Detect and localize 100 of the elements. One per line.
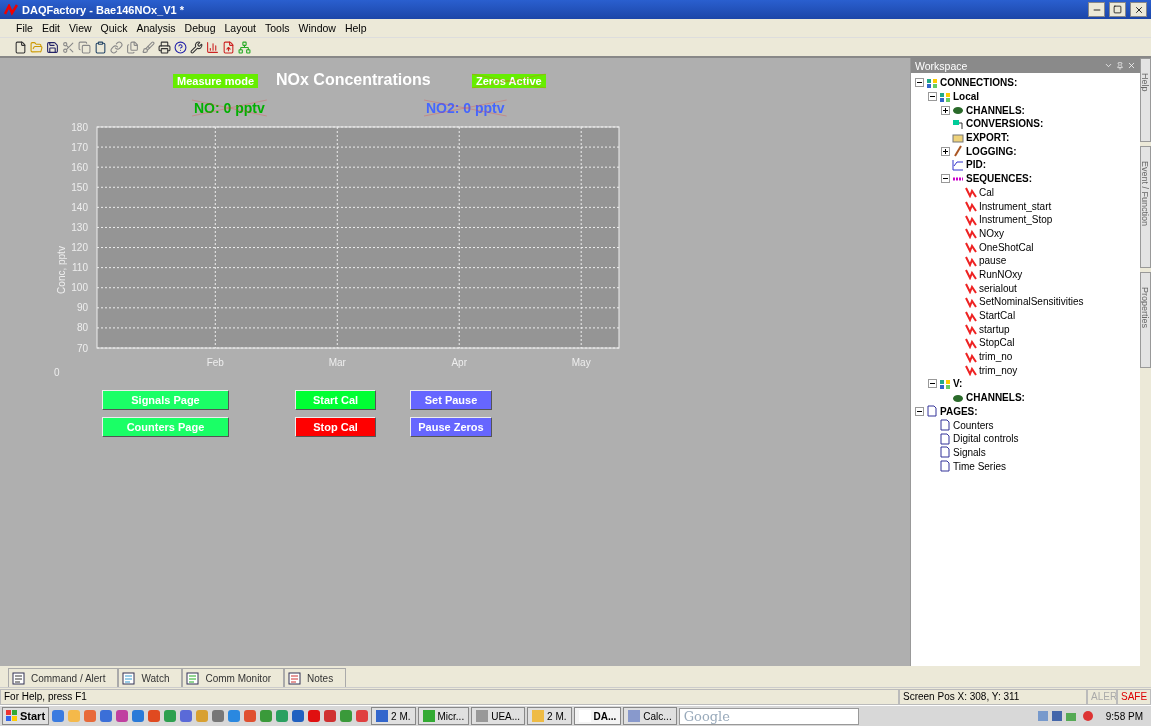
tree-item[interactable]: pause [979, 255, 1007, 267]
tree-item[interactable]: StartCal [979, 310, 1016, 322]
sequence-icon [965, 227, 977, 240]
sequence-icon [965, 186, 977, 199]
search-field[interactable]: Google [678, 707, 859, 725]
app-icon[interactable] [291, 709, 306, 723]
expand-toggle[interactable] [942, 106, 949, 114]
network-icon[interactable] [238, 40, 251, 54]
upload-file-icon[interactable] [222, 40, 235, 54]
taskbar-window[interactable]: UEA... [471, 707, 526, 725]
app-icon[interactable] [99, 709, 114, 723]
bottom-tab[interactable]: Comm Monitor [182, 668, 285, 687]
page-title: NOx Concentrations [276, 71, 431, 88]
tree-item[interactable]: OneShotCal [979, 241, 1034, 253]
tree-item[interactable]: CHANNELS: [966, 392, 1025, 404]
paste-icon[interactable] [94, 40, 107, 54]
app-icon[interactable] [227, 709, 242, 723]
bottom-tab[interactable]: Watch [118, 668, 183, 687]
app-icon[interactable] [131, 709, 146, 723]
tree-item[interactable]: RunNOxy [979, 268, 1023, 280]
expand-toggle[interactable] [942, 147, 949, 155]
alert-indicator: ALER [1087, 688, 1117, 705]
dropdown-icon[interactable] [1104, 61, 1113, 70]
menu-item[interactable]: Help [344, 22, 367, 34]
new-file-icon[interactable] [14, 40, 27, 54]
menu-item[interactable]: Edit [41, 22, 60, 34]
conversions-icon [952, 117, 964, 130]
tree-item[interactable]: LOGGING: [966, 145, 1017, 157]
taskbar-window[interactable]: 2 M. [371, 707, 416, 725]
restore-icon[interactable] [1113, 5, 1122, 14]
tree-item[interactable]: NOxy [979, 227, 1004, 239]
print-icon[interactable] [158, 40, 171, 54]
tree-item[interactable]: CHANNELS: [966, 104, 1025, 116]
menu-item[interactable]: Analysis [136, 22, 176, 34]
menu-item[interactable]: Window [298, 22, 336, 34]
tree-item[interactable]: Counters [953, 419, 994, 431]
app-icon[interactable] [339, 709, 354, 723]
sequence-icon [965, 323, 977, 336]
tree-item[interactable]: Signals [953, 446, 986, 458]
tree-item[interactable]: Time Series [953, 460, 1006, 472]
tree-item[interactable]: startup [979, 323, 1010, 335]
tree-item[interactable]: CONVERSIONS: [966, 118, 1044, 130]
menu-item[interactable]: Quick [100, 22, 128, 34]
tree-item[interactable]: serialout [979, 282, 1017, 294]
menu-item[interactable]: Tools [265, 22, 290, 34]
tree-item[interactable]: PID: [966, 159, 986, 171]
app-icon[interactable] [83, 709, 98, 723]
app-icon[interactable] [163, 709, 178, 723]
page-button[interactable]: Set Pause [410, 390, 492, 410]
bar-chart-icon[interactable] [206, 40, 219, 54]
tree-item[interactable]: trim_no [979, 351, 1013, 363]
pin-icon[interactable] [1116, 61, 1124, 70]
tree-item[interactable]: SetNominalSensitivities [979, 296, 1084, 308]
app-icon[interactable] [211, 709, 226, 723]
page-button[interactable]: Pause Zeros [410, 417, 492, 437]
app-icon[interactable] [243, 709, 258, 723]
tree-item[interactable]: trim_noy [979, 364, 1018, 376]
app-icon[interactable] [147, 709, 162, 723]
save-icon[interactable] [46, 40, 59, 54]
app-icon[interactable] [115, 709, 130, 723]
taskbar-window[interactable]: Calc... [623, 707, 677, 725]
menu-item[interactable]: View [69, 22, 92, 34]
start-button[interactable]: Start [2, 707, 50, 725]
tree-item[interactable]: V: [953, 378, 963, 390]
app-icon[interactable] [179, 709, 194, 723]
tree-item[interactable]: Digital controls [953, 433, 1019, 445]
app-icon[interactable] [275, 709, 290, 723]
page-button[interactable]: Stop Cal [295, 417, 376, 437]
tree-item[interactable]: Local [953, 91, 980, 103]
tree-item[interactable]: EXPORT: [966, 132, 1010, 144]
tree-item[interactable]: CONNECTIONS: [940, 77, 1018, 89]
tree-item[interactable]: PAGES: [940, 405, 978, 417]
app-icon[interactable] [51, 709, 66, 723]
sequence-icon [965, 200, 977, 213]
taskbar-window[interactable]: DA... [573, 707, 622, 725]
export-icon [952, 131, 964, 144]
taskbar-window[interactable]: Micr... [417, 707, 470, 725]
app-icon[interactable] [259, 709, 274, 723]
bottom-tab[interactable]: Command / Alert [8, 668, 119, 687]
tree-item[interactable]: SEQUENCES: [966, 173, 1033, 185]
connection-icon [939, 377, 951, 390]
help-icon[interactable] [174, 40, 187, 54]
taskbar-window[interactable]: 2 M. [527, 707, 572, 725]
app-icon[interactable] [323, 709, 338, 723]
wrench-icon[interactable] [190, 40, 203, 54]
files-icon[interactable] [126, 40, 139, 54]
menu-item[interactable]: Debug [184, 22, 216, 34]
tree-item[interactable]: Instrument_Stop [979, 214, 1053, 226]
app-icon[interactable] [307, 709, 322, 723]
tree-item[interactable]: StopCal [979, 337, 1015, 349]
menu-item[interactable]: Layout [224, 22, 257, 34]
close-icon[interactable] [1133, 4, 1144, 15]
sequence-icon [965, 241, 977, 254]
bottom-tab[interactable]: Notes [284, 668, 347, 687]
tree-item[interactable]: Cal [979, 186, 994, 198]
sequence-icon [965, 309, 977, 322]
menu-item[interactable]: File [16, 22, 33, 34]
app-icon[interactable] [355, 709, 370, 723]
tree-item[interactable]: Instrument_start [979, 200, 1052, 212]
sequence-icon [965, 254, 977, 267]
